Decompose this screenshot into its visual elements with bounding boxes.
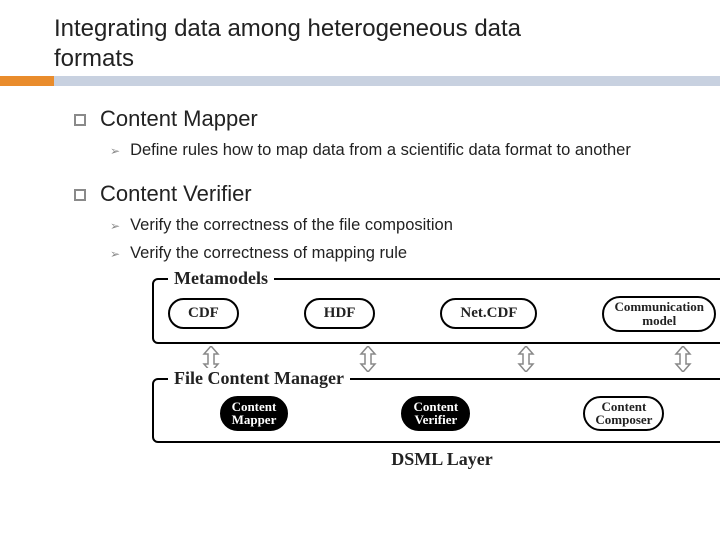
pill-content-composer: ContentComposer xyxy=(583,396,664,431)
verifier-sub1: Verify the correctness of the file compo… xyxy=(130,215,453,236)
square-bullet-icon xyxy=(74,189,86,201)
pill-cdf: CDF xyxy=(168,298,239,329)
pill-content-verifier: ContentVerifier xyxy=(401,396,470,431)
pill-comm-model: Communicationmodel xyxy=(602,296,716,331)
verifier-sub2: Verify the correctness of mapping rule xyxy=(130,243,407,264)
pill-content-mapper: ContentMapper xyxy=(220,396,289,431)
mapper-sub1: Define rules how to map data from a scie… xyxy=(130,140,631,161)
slide-title-line2: formats xyxy=(54,44,720,74)
bullet-content-verifier: Content Verifier xyxy=(100,181,252,207)
pill-netcdf: Net.CDF xyxy=(440,298,537,329)
file-content-manager-box: File Content Manager ContentMapper Conte… xyxy=(152,378,720,443)
chevron-icon: ➢ xyxy=(110,219,120,235)
metamodels-box: Metamodels CDF HDF Net.CDF Communication… xyxy=(152,278,720,343)
double-arrow-icon xyxy=(517,346,535,372)
double-arrow-icon xyxy=(674,346,692,372)
fcm-label: File Content Manager xyxy=(168,368,350,389)
chevron-icon: ➢ xyxy=(110,144,120,160)
double-arrow-icon xyxy=(359,346,377,372)
slide-title-line1: Integrating data among heterogeneous dat… xyxy=(54,14,720,44)
architecture-diagram: Metamodels CDF HDF Net.CDF Communication… xyxy=(152,278,720,470)
bullet-content-mapper: Content Mapper xyxy=(100,106,258,132)
chevron-icon: ➢ xyxy=(110,247,120,263)
metamodels-label: Metamodels xyxy=(168,268,274,289)
pill-hdf: HDF xyxy=(304,298,376,329)
title-underline xyxy=(0,76,720,86)
square-bullet-icon xyxy=(74,114,86,126)
dsml-layer-label: DSML Layer xyxy=(152,449,720,470)
